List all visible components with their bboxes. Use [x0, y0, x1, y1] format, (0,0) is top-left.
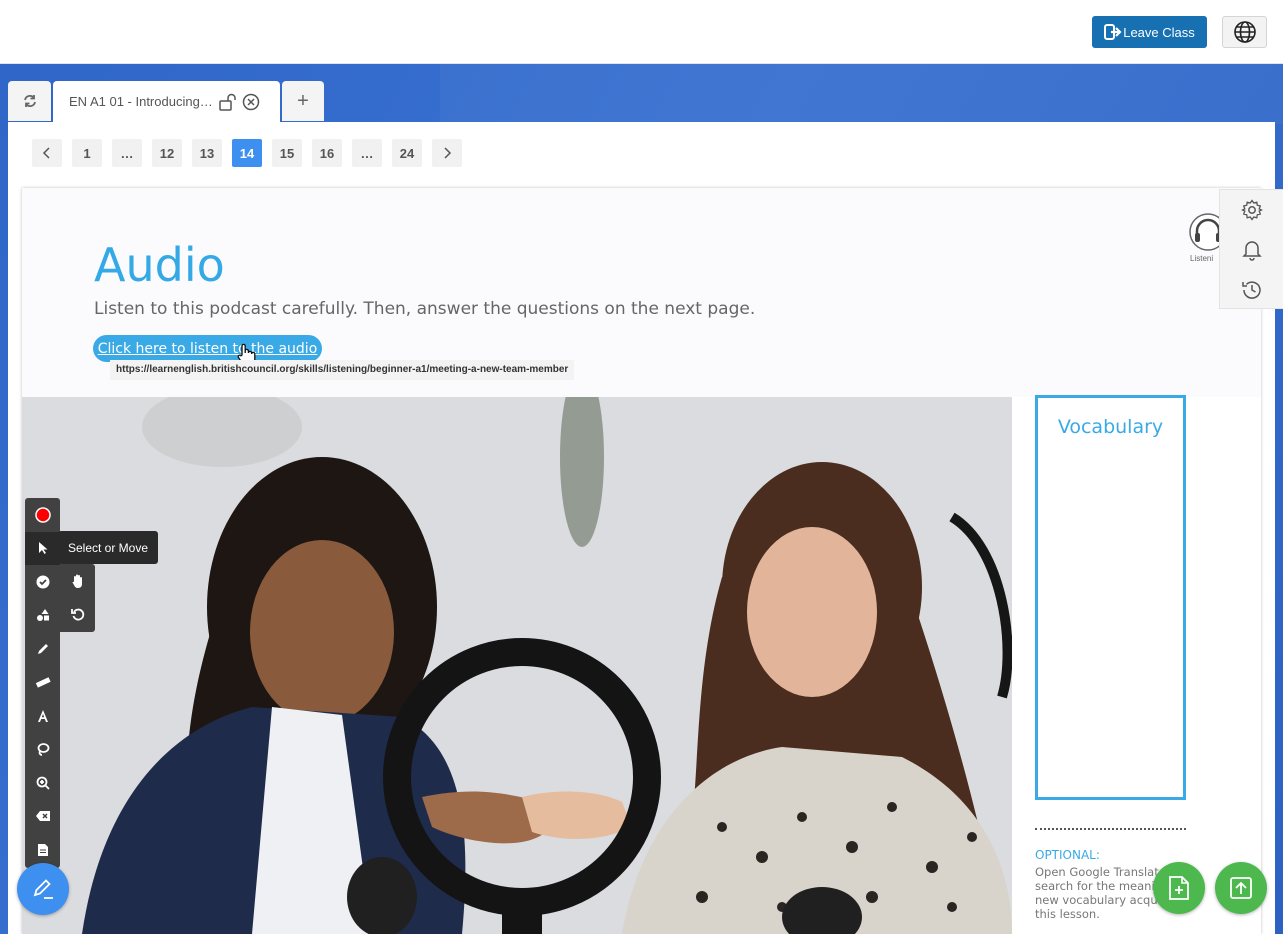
pagination: 1 … 12 13 14 15 16 … 24 — [32, 139, 472, 167]
pen-underline-icon — [33, 879, 53, 899]
shapes-tool[interactable] — [25, 599, 60, 633]
globe-icon — [1233, 21, 1256, 43]
handshake-photo — [22, 397, 1012, 934]
language-button[interactable] — [1222, 16, 1267, 48]
eraser-tool[interactable] — [25, 800, 60, 834]
history-icon — [1242, 281, 1261, 299]
history-button[interactable] — [1220, 270, 1283, 310]
eraser-icon — [35, 811, 50, 822]
chevron-right-icon — [444, 147, 452, 159]
leave-class-label: Leave Class — [1123, 24, 1195, 40]
page-button[interactable]: 16 — [312, 139, 342, 167]
add-page-button[interactable] — [1153, 862, 1205, 914]
settings-button[interactable] — [1220, 190, 1283, 230]
select-tool[interactable] — [25, 531, 60, 565]
listening-label: Listeni — [1190, 254, 1214, 263]
unlock-icon[interactable] — [218, 93, 238, 111]
ruler-icon — [35, 677, 51, 688]
link-url-tooltip: https://learnenglish.britishcouncil.org/… — [110, 360, 575, 380]
page-button-current[interactable]: 14 — [232, 139, 262, 167]
prev-page-button[interactable] — [32, 139, 62, 167]
undo-icon — [70, 608, 84, 621]
record-icon — [34, 507, 51, 523]
slide-subtitle: Listen to this podcast carefully. Then, … — [94, 299, 756, 319]
undo-tool[interactable] — [60, 598, 95, 632]
text-tool[interactable] — [25, 699, 60, 733]
slide-title: Audio — [94, 238, 225, 292]
pencil-icon — [37, 643, 48, 654]
leave-class-button[interactable]: Leave Class — [1092, 16, 1207, 48]
hand-icon — [72, 574, 82, 588]
upload-icon — [1230, 877, 1252, 899]
page-button[interactable]: 1 — [72, 139, 102, 167]
tool-tooltip: Select or Move — [58, 531, 158, 564]
chevron-left-icon — [42, 147, 50, 159]
annotation-toggle-button[interactable] — [17, 863, 69, 915]
page-ellipsis[interactable]: … — [352, 139, 382, 167]
ruler-tool[interactable] — [25, 666, 60, 700]
exit-icon — [1104, 24, 1122, 40]
add-tab-button[interactable]: + — [282, 81, 324, 121]
page-button[interactable]: 24 — [392, 139, 422, 167]
optional-label: OPTIONAL: — [1035, 848, 1100, 862]
lasso-tool[interactable] — [25, 733, 60, 767]
slide-canvas[interactable]: Audio Listen to this podcast carefully. … — [22, 188, 1261, 934]
document-icon — [37, 843, 48, 856]
zoom-tool[interactable] — [25, 766, 60, 800]
pan-tool[interactable] — [60, 564, 95, 598]
bell-icon — [1242, 241, 1262, 261]
top-bar: Leave Class — [0, 0, 1283, 64]
pen-tool[interactable] — [25, 632, 60, 666]
close-tab-icon[interactable] — [242, 93, 260, 111]
page-ellipsis[interactable]: … — [112, 139, 142, 167]
lasso-icon — [37, 743, 49, 757]
tab-title: EN A1 01 - Introducing… — [69, 94, 213, 109]
tab-lesson[interactable]: EN A1 01 - Introducing… — [53, 81, 280, 122]
divider — [1035, 828, 1186, 830]
shapes-icon — [36, 609, 49, 622]
page-button[interactable]: 12 — [152, 139, 182, 167]
notifications-button[interactable] — [1220, 230, 1283, 270]
refresh-tab-button[interactable] — [8, 81, 51, 121]
page-button[interactable]: 13 — [192, 139, 222, 167]
page-button[interactable]: 15 — [272, 139, 302, 167]
file-plus-icon — [1169, 876, 1189, 900]
check-circle-icon — [36, 575, 49, 589]
pointer-icon — [38, 542, 47, 555]
side-tools — [1219, 189, 1283, 309]
record-button[interactable] — [25, 498, 60, 532]
audio-link-label: Click here to listen to the audio — [97, 340, 318, 357]
vocabulary-box: Vocabulary — [1035, 395, 1186, 800]
refresh-icon — [23, 95, 36, 107]
vocabulary-title: Vocabulary — [1057, 416, 1164, 438]
gear-icon — [1241, 199, 1263, 221]
page-tool[interactable] — [25, 833, 60, 867]
zoom-in-icon — [36, 776, 50, 790]
audio-link-button[interactable]: Click here to listen to the audio — [93, 335, 322, 362]
check-tool[interactable] — [25, 565, 60, 599]
add-tab-label: + — [297, 89, 309, 112]
select-subtools — [60, 564, 95, 632]
next-page-button[interactable] — [432, 139, 462, 167]
text-icon — [37, 709, 48, 722]
annotation-toolbar — [25, 498, 60, 868]
upload-button[interactable] — [1215, 862, 1267, 914]
